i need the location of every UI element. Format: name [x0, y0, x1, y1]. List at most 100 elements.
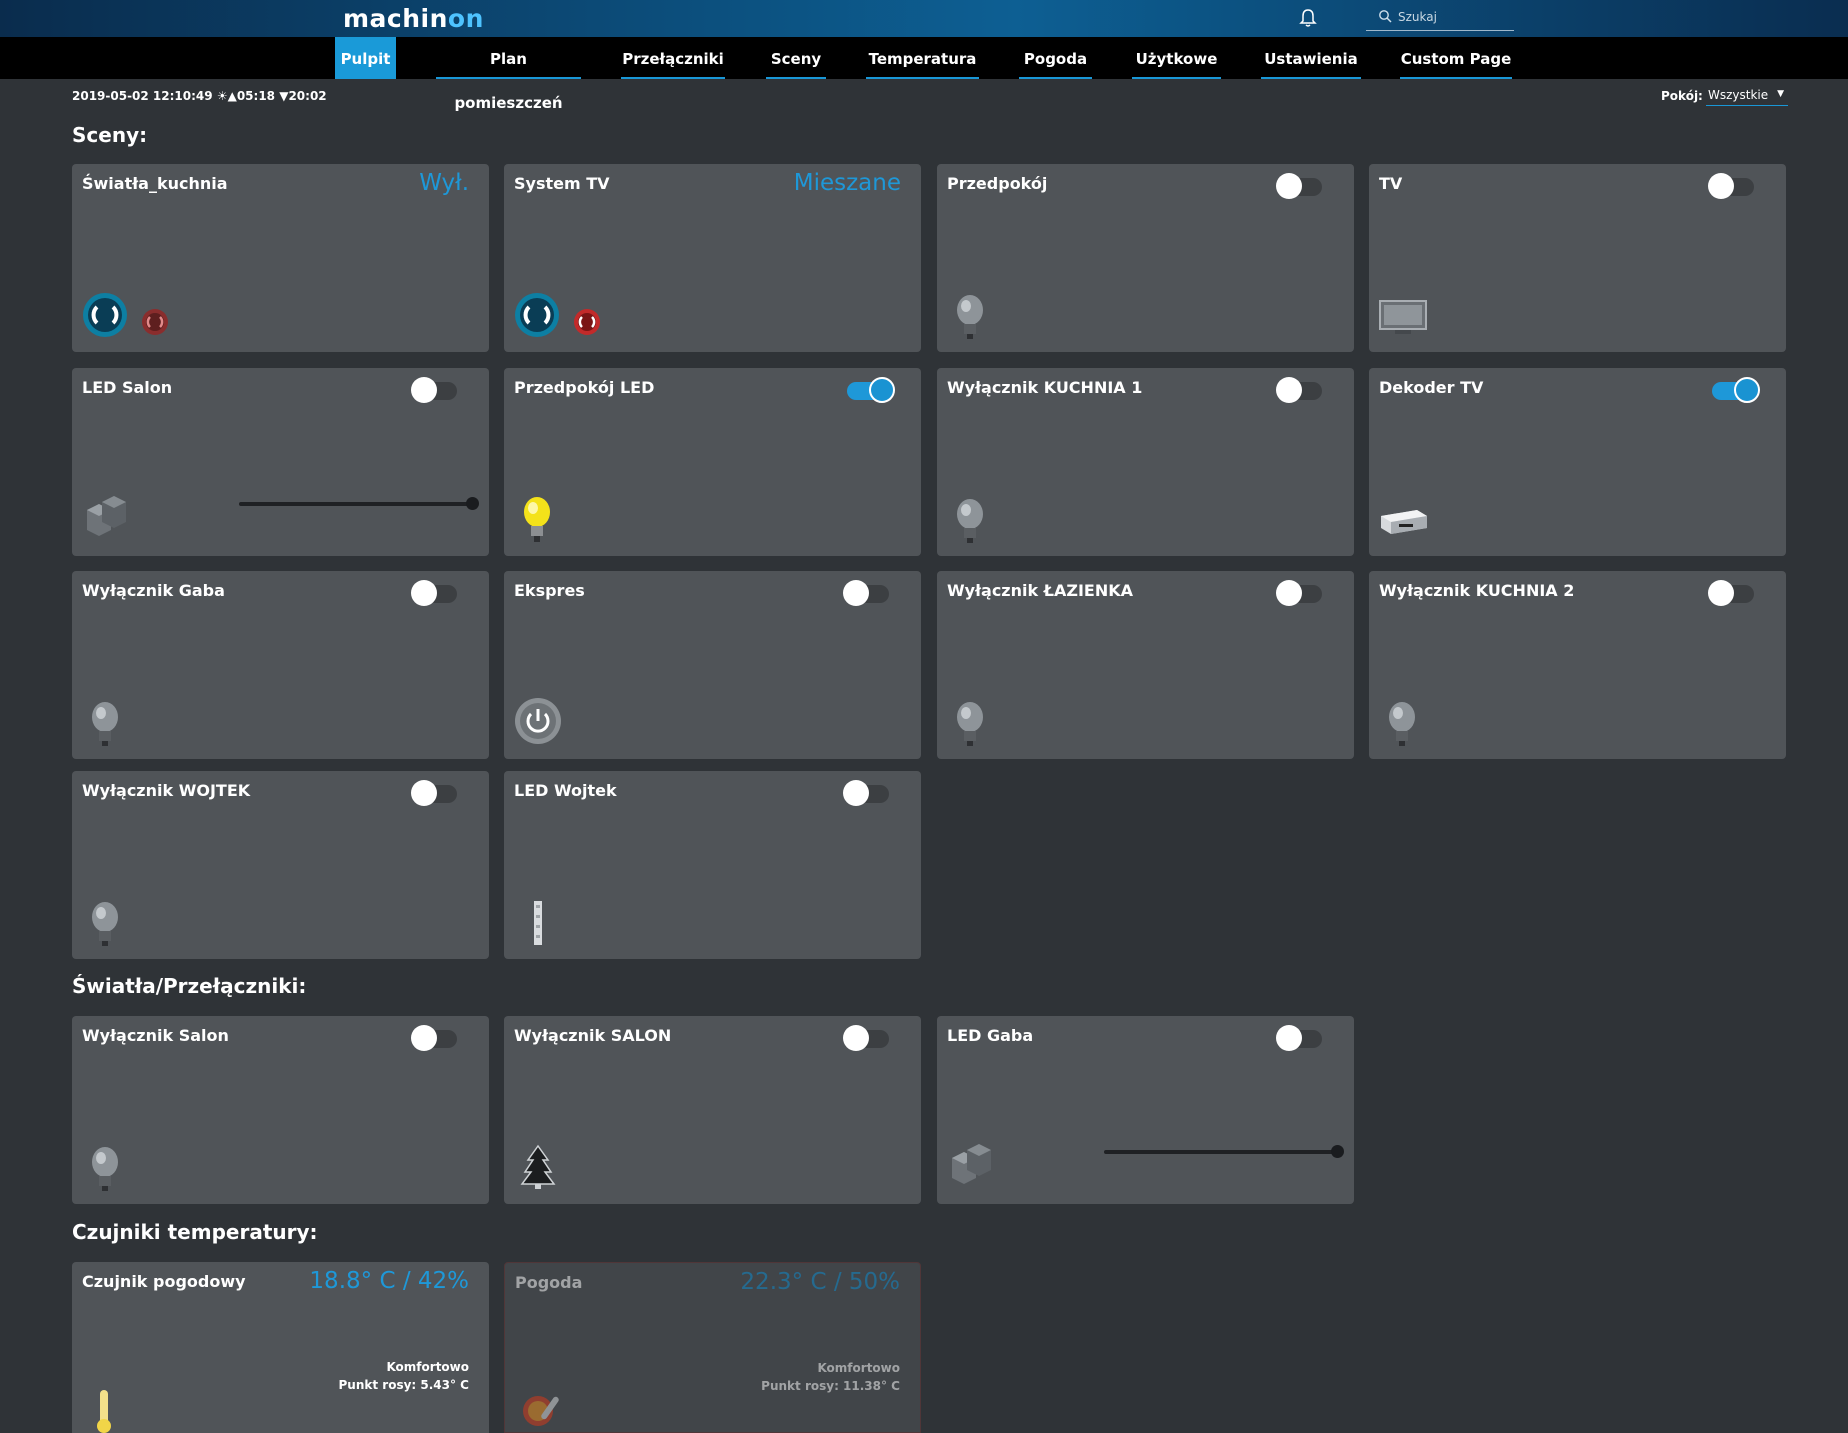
tab-przelaczniki[interactable]: Przełączniki: [621, 37, 725, 79]
search-input[interactable]: [1396, 7, 1510, 27]
device-card: Wyłącznik ŁAZIENKA: [937, 571, 1354, 759]
card-title: Przedpokój: [947, 174, 1048, 193]
bulb-off-icon[interactable]: [90, 701, 120, 747]
bulb-on-icon[interactable]: [522, 496, 552, 544]
tv-icon[interactable]: [1379, 300, 1427, 336]
card-title: LED Salon: [82, 378, 173, 397]
led-strip-icon[interactable]: [534, 901, 542, 945]
device-card: Ekspres: [504, 571, 921, 759]
chevron-down-icon: ▼: [1777, 89, 1784, 99]
card-title: Wyłącznik Salon: [82, 1026, 229, 1045]
thermometer-icon[interactable]: [94, 1388, 114, 1433]
comfort-status: Komfortowo: [386, 1360, 469, 1374]
dimmer-icon[interactable]: [947, 1144, 993, 1184]
tab-custom-page[interactable]: Custom Page: [1400, 37, 1512, 79]
device-card: LED Wojtek: [504, 771, 921, 959]
temperature-value: 18.8° C / 42%: [309, 1268, 469, 1294]
card-title: System TV: [514, 174, 610, 193]
device-card: LED Gaba: [937, 1016, 1354, 1204]
toggle-switch[interactable]: [1708, 173, 1756, 199]
weather-icon[interactable]: [521, 1391, 563, 1427]
device-card: TV: [1369, 164, 1786, 352]
device-card: LED Salon: [72, 368, 489, 556]
tab-pulpit[interactable]: Pulpit: [335, 37, 396, 79]
toggle-switch[interactable]: [411, 780, 459, 806]
sunrise-symbol: ☀▲: [216, 89, 237, 103]
tab-pogoda[interactable]: Pogoda: [1019, 37, 1092, 79]
toggle-switch[interactable]: [843, 1025, 891, 1051]
toggle-switch[interactable]: [843, 580, 891, 606]
toggle-switch[interactable]: [1276, 377, 1324, 403]
device-card: Wyłącznik SALON: [504, 1016, 921, 1204]
toggle-switch[interactable]: [411, 377, 459, 403]
comfort-status: Komfortowo: [817, 1361, 900, 1375]
scene-icon[interactable]: [82, 292, 172, 338]
sensor-card: Pogoda 22.3° C / 50% Komfortowo Punkt ro…: [504, 1262, 921, 1433]
card-title: Wyłącznik SALON: [514, 1026, 672, 1045]
scene-status: Mieszane: [793, 170, 901, 196]
scene-status: Wył.: [419, 170, 469, 196]
bell-icon[interactable]: [1299, 8, 1317, 28]
scene-icon[interactable]: [514, 292, 604, 338]
card-title: Wyłącznik Gaba: [82, 581, 225, 600]
card-title: Wyłącznik KUCHNIA 1: [947, 378, 1143, 397]
dimmer-slider[interactable]: [1104, 1145, 1344, 1158]
card-title: Dekoder TV: [1379, 378, 1484, 397]
datetime-bar: 2019-05-02 12:10:49 ☀▲05:18 ▼20:02: [72, 89, 327, 103]
card-title: Światła_kuchnia: [82, 174, 228, 193]
device-card: Przedpokój: [937, 164, 1354, 352]
device-card: Wyłącznik WOJTEK: [72, 771, 489, 959]
slider-thumb[interactable]: [466, 497, 479, 510]
toggle-switch[interactable]: [1708, 377, 1760, 403]
toggle-switch[interactable]: [1276, 580, 1324, 606]
toggle-switch[interactable]: [411, 580, 459, 606]
scene-card: System TV Mieszane: [504, 164, 921, 352]
device-card: Dekoder TV: [1369, 368, 1786, 556]
bulb-off-icon[interactable]: [1387, 701, 1417, 747]
section-title-scenes: Sceny:: [72, 123, 148, 147]
toggle-switch[interactable]: [843, 377, 895, 403]
card-title: LED Wojtek: [514, 781, 617, 800]
dew-point: Punkt rosy: 5.43° C: [338, 1378, 469, 1392]
toggle-switch[interactable]: [1276, 1025, 1324, 1051]
card-title: Ekspres: [514, 581, 585, 600]
tab-plan-pomieszczen[interactable]: Plan pomieszczeń: [436, 37, 581, 112]
tab-sceny[interactable]: Sceny: [766, 37, 826, 79]
device-card: Przedpokój LED: [504, 368, 921, 556]
toggle-switch[interactable]: [1708, 580, 1756, 606]
card-title: LED Gaba: [947, 1026, 1034, 1045]
room-label: Pokój:: [1661, 89, 1703, 103]
xmas-tree-icon[interactable]: [520, 1144, 556, 1190]
bulb-off-icon[interactable]: [90, 1146, 120, 1192]
dimmer-slider[interactable]: [239, 497, 479, 510]
toggle-switch[interactable]: [1276, 173, 1324, 199]
dimmer-icon[interactable]: [82, 496, 128, 536]
device-card: Wyłącznik Gaba: [72, 571, 489, 759]
room-select[interactable]: Wszystkie ▼: [1706, 88, 1788, 106]
search-box[interactable]: [1366, 4, 1514, 31]
card-title: Wyłącznik KUCHNIA 2: [1379, 581, 1575, 600]
bulb-off-icon[interactable]: [955, 498, 985, 544]
bulb-off-icon[interactable]: [955, 701, 985, 747]
tab-uzytkowe[interactable]: Użytkowe: [1132, 37, 1221, 79]
toggle-switch[interactable]: [843, 780, 891, 806]
bulb-off-icon[interactable]: [90, 901, 120, 947]
sensor-card: Czujnik pogodowy 18.8° C / 42% Komfortow…: [72, 1262, 489, 1433]
device-card: Wyłącznik KUCHNIA 1: [937, 368, 1354, 556]
card-title: Pogoda: [515, 1273, 583, 1292]
datetime: 2019-05-02 12:10:49: [72, 89, 213, 103]
sunrise-time: 05:18: [236, 89, 276, 103]
device-card: Wyłącznik Salon: [72, 1016, 489, 1204]
tab-temperatura[interactable]: Temperatura: [866, 37, 979, 79]
scene-card: Światła_kuchnia Wył.: [72, 164, 489, 352]
toggle-switch[interactable]: [411, 1025, 459, 1051]
temperature-value: 22.3° C / 50%: [740, 1269, 900, 1295]
section-title-lights: Światła/Przełączniki:: [72, 974, 307, 998]
power-icon[interactable]: [514, 697, 562, 745]
bulb-off-icon[interactable]: [955, 294, 985, 340]
device-card: Wyłącznik KUCHNIA 2: [1369, 571, 1786, 759]
slider-thumb[interactable]: [1331, 1145, 1344, 1158]
tab-ustawienia[interactable]: Ustawienia: [1261, 37, 1361, 79]
decoder-icon[interactable]: [1379, 506, 1429, 534]
logo[interactable]: machinon: [343, 4, 484, 33]
